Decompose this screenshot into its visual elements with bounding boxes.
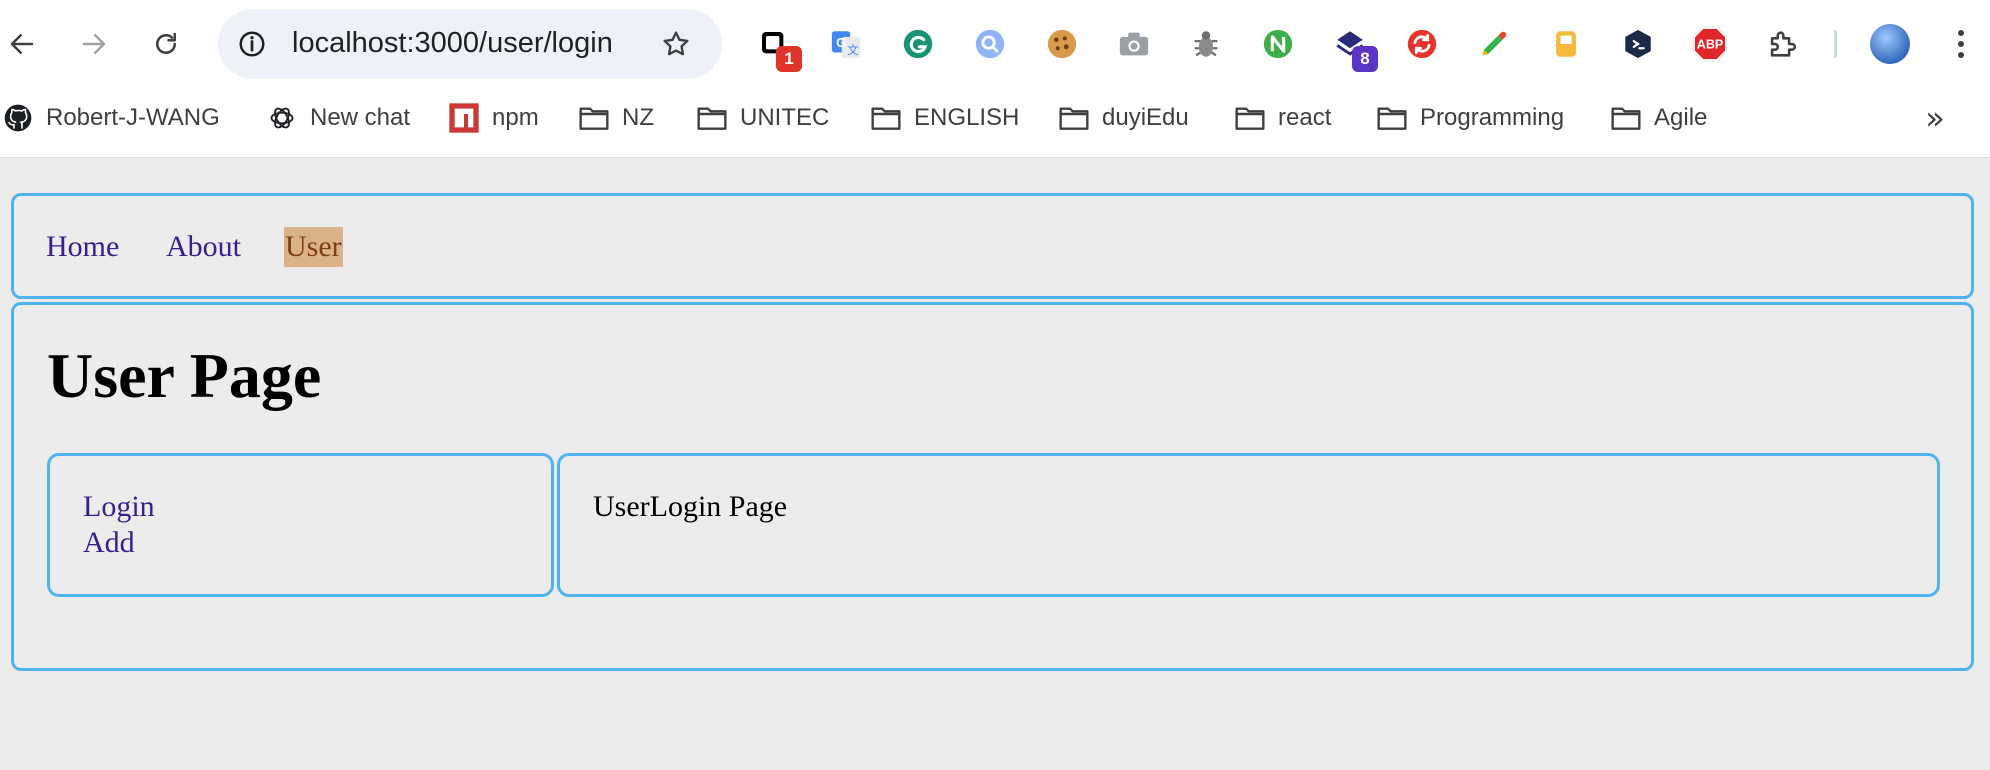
bookmark-label: npm — [492, 104, 539, 131]
page-title: User Page — [47, 340, 322, 411]
github-icon — [2, 102, 34, 134]
folder-icon — [1610, 102, 1642, 134]
user-sidebar: Login Add — [47, 453, 554, 597]
address-bar[interactable]: localhost:3000/user/login — [218, 9, 722, 79]
profile-avatar[interactable] — [1870, 24, 1910, 64]
bookmark-star-icon[interactable] — [656, 24, 696, 64]
bookmark-label: Agile — [1654, 104, 1708, 131]
adblock-text: ABP — [1697, 37, 1723, 51]
folder-icon — [1376, 102, 1408, 134]
bookmark-new-chat[interactable]: New chat — [266, 96, 410, 140]
layers-extension-icon[interactable]: 8 — [1330, 24, 1378, 72]
bookmark-label: react — [1278, 104, 1332, 131]
camera-icon[interactable] — [1114, 24, 1154, 64]
extensions-puzzle-icon[interactable] — [1762, 24, 1802, 64]
bookmark-folder-unitec[interactable]: UNITEC — [696, 96, 829, 140]
content-text: UserLogin Page — [593, 490, 788, 523]
back-arrow-icon — [10, 34, 34, 54]
toolbar-separator — [1834, 30, 1837, 58]
reload-button[interactable] — [144, 22, 188, 66]
forward-arrow-icon — [82, 34, 106, 54]
site-info-icon[interactable] — [234, 26, 270, 62]
notion-extension-icon[interactable]: 1 — [754, 24, 802, 72]
bookmark-folder-agile[interactable]: Agile — [1610, 96, 1707, 140]
nav-link-home[interactable]: Home — [46, 227, 119, 267]
folder-icon — [696, 102, 728, 134]
bookmark-label: NZ — [622, 104, 654, 131]
bookmark-robert-j-wang[interactable]: Robert-J-WANG — [2, 96, 220, 140]
nav-link-user[interactable]: User — [284, 227, 343, 267]
bookmark-folder-english[interactable]: ENGLISH — [870, 96, 1019, 140]
top-navigation: Home About User — [11, 193, 1974, 299]
sidebar-link-add[interactable]: Add — [83, 525, 135, 561]
user-page-container: User Page Login Add UserLogin Page — [11, 302, 1974, 671]
svg-text:文: 文 — [847, 43, 858, 57]
reload-icon — [156, 32, 176, 54]
url-text[interactable]: localhost:3000/user/login — [292, 27, 613, 60]
bookmark-npm[interactable]: npm — [448, 96, 539, 140]
search-lens-icon[interactable] — [970, 24, 1010, 64]
sync-icon[interactable] — [1402, 24, 1442, 64]
bookmark-label: Robert-J-WANG — [46, 104, 220, 131]
bookmark-folder-duyiedu[interactable]: duyiEdu — [1058, 96, 1189, 140]
layers-badge: 8 — [1352, 46, 1378, 72]
browser-menu-icon[interactable] — [1946, 22, 1976, 66]
folder-icon — [1058, 102, 1090, 134]
bookmark-label: New chat — [310, 104, 411, 131]
bookmark-label: duyiEdu — [1102, 104, 1189, 131]
bookmark-folder-nz[interactable]: NZ — [578, 96, 654, 140]
bookmark-label: ENGLISH — [914, 104, 1020, 131]
browser-toolbar: localhost:3000/user/login 1 G文 8 ABP — [0, 0, 1990, 88]
notion-badge: 1 — [776, 46, 802, 72]
bug-icon[interactable] — [1186, 24, 1226, 64]
cookie-icon[interactable] — [1042, 24, 1082, 64]
folder-icon — [578, 102, 610, 134]
user-content-panel: UserLogin Page — [557, 453, 1940, 597]
browser-chrome: localhost:3000/user/login 1 G文 8 ABP Rob… — [0, 0, 1990, 158]
bookmark-label: UNITEC — [740, 104, 830, 131]
google-translate-icon[interactable]: G文 — [826, 24, 866, 64]
svg-text:G: G — [836, 35, 846, 50]
sidebar-link-login[interactable]: Login — [83, 489, 155, 525]
forward-button[interactable] — [72, 22, 116, 66]
bookmark-folder-react[interactable]: react — [1234, 96, 1331, 140]
bookmarks-bar: Robert-J-WANG New chat npm NZ UNITEC ENG… — [0, 96, 1990, 140]
folder-icon — [870, 102, 902, 134]
bookmark-folder-programming[interactable]: Programming — [1376, 96, 1564, 140]
folder-icon — [1234, 102, 1266, 134]
nodejs-icon[interactable] — [1258, 24, 1298, 64]
more-bookmarks-chevron-icon[interactable]: » — [1918, 98, 1952, 138]
adblock-plus-icon[interactable]: ABP — [1690, 24, 1730, 64]
npm-icon — [448, 102, 480, 134]
bookmark-label: Programming — [1420, 104, 1565, 131]
color-picker-icon[interactable] — [1474, 24, 1514, 64]
nav-link-about[interactable]: About — [166, 227, 241, 267]
clipboard-icon[interactable] — [1546, 24, 1586, 64]
code-extension-icon[interactable] — [1618, 24, 1658, 64]
back-button[interactable] — [0, 22, 44, 66]
openai-icon — [266, 102, 298, 134]
grammarly-icon[interactable] — [898, 24, 938, 64]
